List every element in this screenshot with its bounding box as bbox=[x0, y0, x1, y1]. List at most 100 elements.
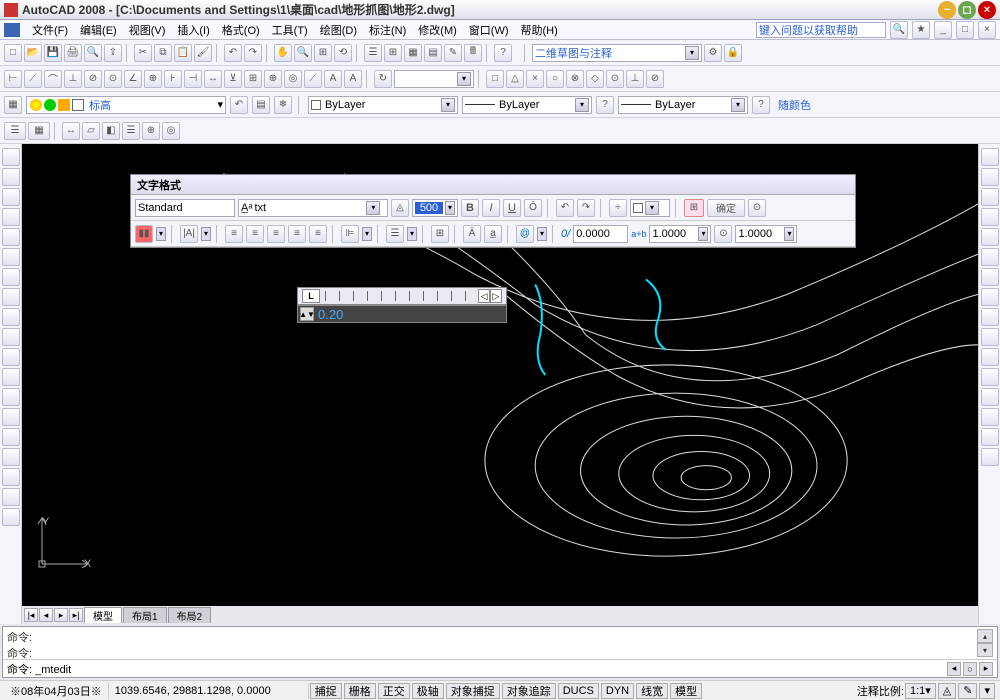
osnap-mid-icon[interactable]: △ bbox=[506, 70, 524, 88]
scale-icon[interactable] bbox=[981, 288, 999, 306]
dimtedit-icon[interactable]: A bbox=[344, 70, 362, 88]
undo-icon[interactable]: ↶ bbox=[224, 44, 242, 62]
options-icon[interactable]: ⊙ bbox=[748, 199, 766, 217]
revcloud-icon[interactable] bbox=[2, 288, 20, 306]
copy2-icon[interactable] bbox=[981, 168, 999, 186]
copy-icon[interactable]: ⧉ bbox=[154, 44, 172, 62]
ws-lock-icon[interactable]: 🔒 bbox=[724, 44, 742, 62]
insert-icon[interactable] bbox=[2, 368, 20, 386]
dimarc-icon[interactable]: ⌒ bbox=[44, 70, 62, 88]
layer-dropdown-icon[interactable]: ▾ bbox=[217, 98, 223, 111]
pan-icon[interactable]: ✋ bbox=[274, 44, 292, 62]
redo-icon[interactable]: ↷ bbox=[244, 44, 262, 62]
osnap-node-icon[interactable]: ⊗ bbox=[566, 70, 584, 88]
color-combo[interactable]: ByLayer▾ bbox=[308, 96, 458, 114]
zoom-win-icon[interactable]: ⊞ bbox=[314, 44, 332, 62]
tab-type-icon[interactable]: L bbox=[302, 289, 320, 303]
snap-toggle[interactable]: 捕捉 bbox=[310, 683, 342, 699]
mtext-just-icon[interactable]: |A| bbox=[180, 225, 198, 243]
doc-max-icon[interactable]: □ bbox=[956, 21, 974, 39]
mirror-icon[interactable] bbox=[981, 188, 999, 206]
match-icon[interactable]: 🖌 bbox=[194, 44, 212, 62]
drawing-area[interactable]: Y X 文字格式 ▾ A̲ᵃ▾ ◬ ▾ B I U Ō ↶ ↷ bbox=[22, 144, 978, 624]
paste-icon[interactable]: 📋 bbox=[174, 44, 192, 62]
offset-icon[interactable] bbox=[981, 208, 999, 226]
columns-icon[interactable]: ▮▮ bbox=[135, 225, 153, 243]
italic-icon[interactable]: I bbox=[482, 199, 500, 217]
cmd-nav-right-icon[interactable]: ▸ bbox=[979, 662, 993, 676]
cmd-scroll-down-icon[interactable]: ▾ bbox=[977, 643, 993, 657]
minimize-button[interactable]: − bbox=[938, 1, 956, 19]
command-window[interactable]: 命令: 命令: ▴▾ 命令: _mtedit ◂○▸ bbox=[2, 626, 998, 678]
publish-icon[interactable]: ⇪ bbox=[104, 44, 122, 62]
doc-close-icon[interactable]: × bbox=[978, 21, 996, 39]
dimupdate-icon[interactable]: ↻ bbox=[374, 70, 392, 88]
layer-prev-icon[interactable]: ↶ bbox=[230, 96, 248, 114]
tab-layout1[interactable]: 布局1 bbox=[123, 607, 167, 623]
dimqck-icon[interactable]: ⊕ bbox=[144, 70, 162, 88]
break-icon[interactable] bbox=[981, 368, 999, 386]
osnap-cen-icon[interactable]: ○ bbox=[546, 70, 564, 88]
preview-icon[interactable]: 🔍 bbox=[84, 44, 102, 62]
text-color-combo[interactable]: ▾ bbox=[630, 199, 670, 217]
tab-prev-icon[interactable]: ◂ bbox=[39, 608, 53, 622]
menu-draw[interactable]: 绘图(D) bbox=[314, 22, 363, 38]
pline-icon[interactable] bbox=[2, 188, 20, 206]
ruler-left-icon[interactable]: ◁ bbox=[478, 289, 490, 303]
menu-app-icon[interactable] bbox=[4, 23, 20, 37]
align-right-icon[interactable]: ≡ bbox=[267, 225, 285, 243]
array-icon[interactable] bbox=[981, 228, 999, 246]
point-icon[interactable] bbox=[2, 408, 20, 426]
dimord-icon[interactable]: ⊥ bbox=[64, 70, 82, 88]
calc-icon[interactable]: 🖩 bbox=[464, 44, 482, 62]
table-icon[interactable]: ▦ bbox=[28, 122, 50, 140]
width-factor-icon[interactable]: ⊙ bbox=[714, 225, 732, 243]
layer-combo[interactable]: 标高 ▾ bbox=[26, 96, 226, 114]
dimalign-icon[interactable]: ⟋ bbox=[24, 70, 42, 88]
id-icon[interactable]: ⊕ bbox=[142, 122, 160, 140]
numbering-icon[interactable]: ☰ bbox=[386, 225, 404, 243]
align-left-icon[interactable]: ≡ bbox=[225, 225, 243, 243]
menu-view[interactable]: 视图(V) bbox=[123, 22, 172, 38]
ducs-toggle[interactable]: DUCS bbox=[558, 683, 599, 699]
align-just-icon[interactable]: ≡ bbox=[288, 225, 306, 243]
dimstyle-combo[interactable]: ▾ bbox=[394, 70, 474, 88]
tpal-icon[interactable]: ▦ bbox=[404, 44, 422, 62]
bold-icon[interactable]: B bbox=[461, 199, 479, 217]
overline-icon[interactable]: Ō bbox=[524, 199, 542, 217]
dimspace-icon[interactable]: ↔ bbox=[204, 70, 222, 88]
text-style-combo[interactable]: ▾ bbox=[135, 199, 235, 217]
block-icon[interactable] bbox=[2, 388, 20, 406]
dimjog-icon[interactable]: ⟋ bbox=[304, 70, 322, 88]
cmd-scroll-up-icon[interactable]: ▴ bbox=[977, 629, 993, 643]
mtext-input-row[interactable]: ▲▼ 0.20 bbox=[297, 305, 507, 323]
ellipse-icon[interactable] bbox=[2, 328, 20, 346]
linetype-combo[interactable]: ByLayer▾ bbox=[462, 96, 592, 114]
menu-format[interactable]: 格式(O) bbox=[216, 22, 266, 38]
diminspect-icon[interactable]: ◎ bbox=[284, 70, 302, 88]
mtext-lock-icon[interactable]: ▲▼ bbox=[300, 307, 314, 321]
mtext-editor[interactable]: L ◁ ▷ ▲▼ 0.20 bbox=[297, 287, 507, 323]
props-icon[interactable]: ☰ bbox=[364, 44, 382, 62]
uppercase-icon[interactable]: Ā bbox=[463, 225, 481, 243]
dcenter-icon[interactable]: ⊞ bbox=[384, 44, 402, 62]
tab-model[interactable]: 模型 bbox=[84, 607, 122, 623]
rect-icon[interactable] bbox=[2, 228, 20, 246]
tab-layout2[interactable]: 布局2 bbox=[168, 607, 212, 623]
save-icon[interactable]: 💾 bbox=[44, 44, 62, 62]
plot-icon[interactable]: 🖨 bbox=[64, 44, 82, 62]
tolerance-icon[interactable]: ⊞ bbox=[244, 70, 262, 88]
field-icon[interactable]: ⊞ bbox=[431, 225, 449, 243]
ellipsearc-icon[interactable] bbox=[2, 348, 20, 366]
osnap-qua-icon[interactable]: ◇ bbox=[586, 70, 604, 88]
menu-modify[interactable]: 修改(M) bbox=[412, 22, 463, 38]
arc-icon[interactable] bbox=[2, 248, 20, 266]
widthfactor-combo[interactable]: ▾ bbox=[735, 225, 797, 243]
layer-state-icon[interactable]: ▤ bbox=[252, 96, 270, 114]
move-icon[interactable] bbox=[981, 248, 999, 266]
dimdia-icon[interactable]: ⊙ bbox=[104, 70, 122, 88]
layer-manager-icon[interactable]: ▦ bbox=[4, 96, 22, 114]
osnap-tan-icon[interactable]: ⊙ bbox=[606, 70, 624, 88]
polygon-icon[interactable] bbox=[2, 208, 20, 226]
fillet-icon[interactable] bbox=[981, 428, 999, 446]
